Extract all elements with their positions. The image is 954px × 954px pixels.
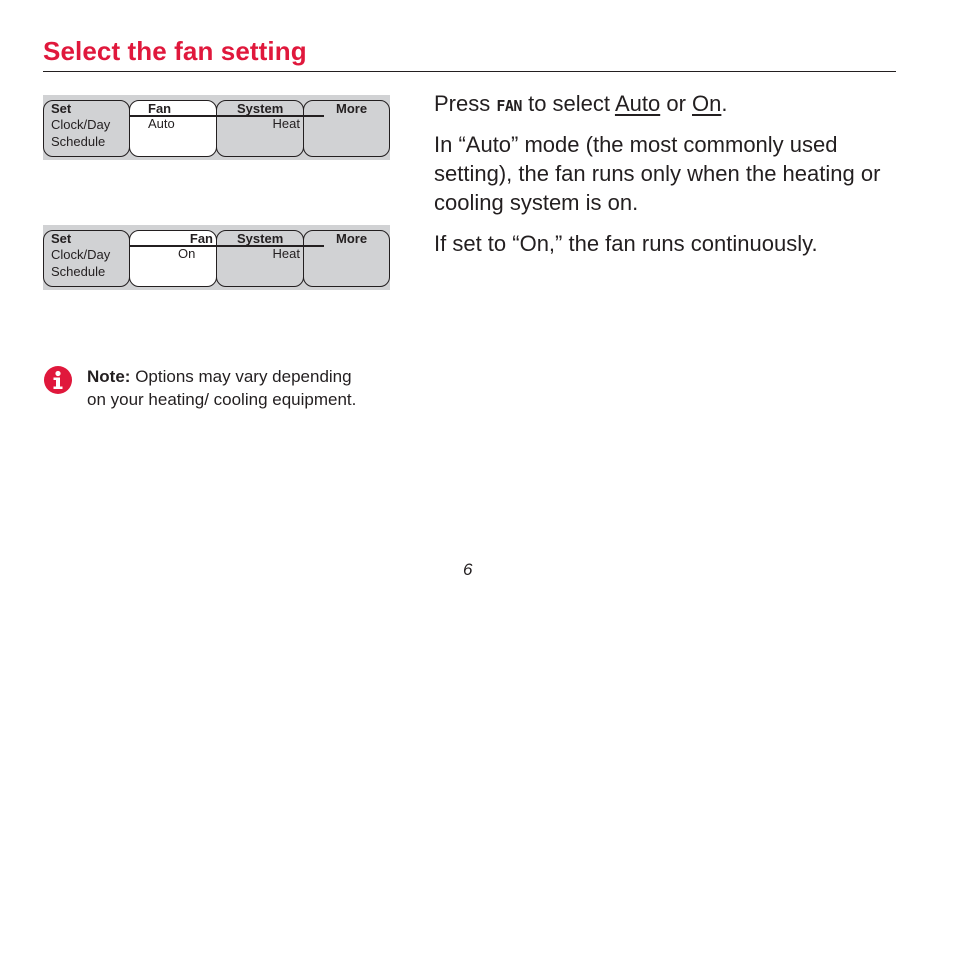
fan-button[interactable]: Fan Auto (129, 100, 217, 157)
system-button[interactable]: System Heat (216, 230, 304, 287)
schedule-label: Schedule (51, 134, 106, 149)
more-button[interactable]: More (303, 230, 390, 287)
to-select-text: to select (528, 91, 611, 116)
clock-day-label: Clock/Day (51, 117, 111, 132)
clock-day-label: Clock/Day (51, 247, 111, 262)
more-label: More (336, 101, 368, 116)
press-text: Press (434, 91, 491, 116)
system-value: Heat (272, 116, 300, 131)
fan-value: On (178, 246, 196, 261)
press-fan-instruction: Press FAN to select Auto or On. (434, 89, 904, 121)
fan-value: Auto (148, 116, 175, 131)
or-text: or (666, 91, 686, 116)
display-divider-line (129, 245, 324, 247)
set-button[interactable]: Set Clock/Day Schedule (43, 100, 130, 157)
set-label: Set (51, 101, 72, 116)
title-divider (43, 71, 896, 72)
option-auto: Auto (614, 91, 661, 116)
period: . (721, 91, 728, 116)
system-button[interactable]: System Heat (216, 100, 304, 157)
more-button[interactable]: More (303, 100, 390, 157)
thermostat-display-on: Set Clock/Day Schedule Fan On System Hea… (43, 225, 390, 290)
more-label: More (336, 231, 368, 246)
thermostat-display-auto: Set Clock/Day Schedule Fan Auto System H… (43, 95, 390, 160)
schedule-label: Schedule (51, 264, 106, 279)
page-title: Select the fan setting (43, 36, 307, 66)
set-label: Set (51, 231, 72, 246)
page-number: 6 (463, 560, 473, 579)
option-on: On (692, 91, 722, 116)
info-icon (44, 366, 72, 394)
system-value: Heat (272, 246, 300, 261)
note-label: Note: (87, 367, 131, 386)
note-text: Note: Options may vary depending on your… (87, 365, 357, 411)
on-mode-paragraph: If set to “On,” the fan runs continuousl… (434, 231, 818, 256)
fan-key-label: FAN (496, 97, 522, 115)
display-divider-line (129, 115, 324, 117)
fan-button[interactable]: Fan On (129, 230, 217, 287)
set-button[interactable]: Set Clock/Day Schedule (43, 230, 130, 287)
auto-mode-paragraph: In “Auto” mode (the most commonly used s… (434, 132, 881, 215)
